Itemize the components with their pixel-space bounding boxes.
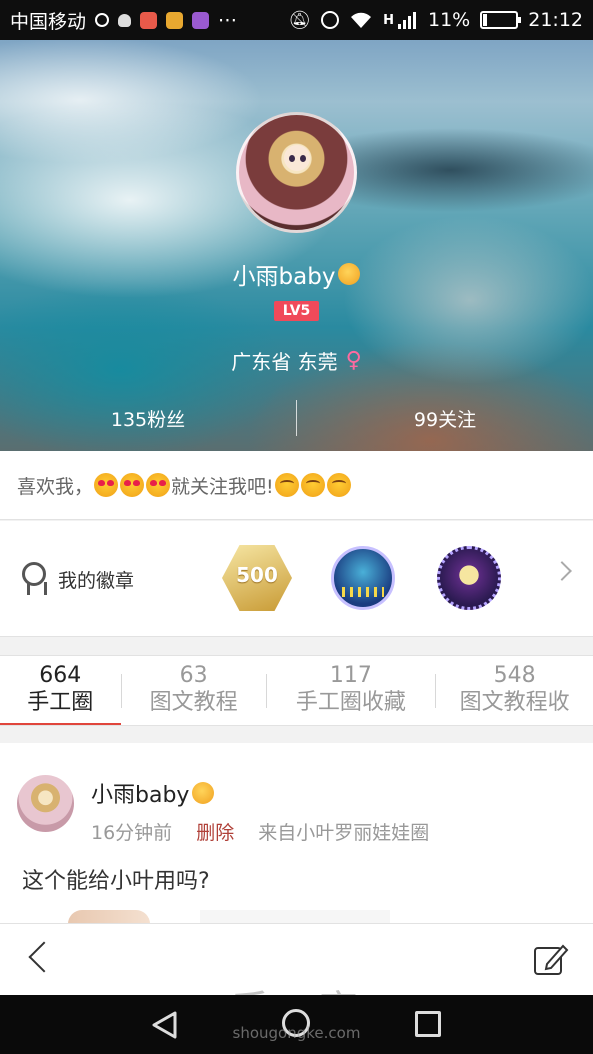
fans-count[interactable]: 135粉丝 (0, 405, 296, 432)
badge-500[interactable]: 500 (222, 545, 292, 611)
profile-location: 广东省 东莞 ♀ (0, 346, 593, 375)
tab-count: 548 (493, 663, 536, 688)
octopus-icon (118, 13, 132, 27)
profile-avatar[interactable] (236, 112, 357, 233)
profile-header: 小雨baby LV5 广东省 东莞 ♀ 135粉丝 99关注 (0, 40, 593, 451)
status-bar: 中国移动 ⋯ 🔕︎ H 11% 21:12 (0, 0, 593, 40)
hand-emoji-icon (192, 782, 215, 804)
post-username[interactable]: 小雨baby (91, 777, 215, 809)
post-time: 16分钟前 (91, 822, 173, 844)
female-icon: ♀ (345, 348, 362, 373)
tab-label: 图文教程 (149, 690, 238, 715)
signature-text-start: 喜欢我， (17, 475, 94, 498)
tab-tutorials-favorites[interactable]: 548 图文教程收 (436, 656, 593, 725)
battery-percent: 11% (428, 9, 471, 31)
badge-night[interactable] (437, 546, 501, 610)
chevron-right-icon[interactable] (552, 561, 572, 581)
header-background (150, 100, 593, 220)
alarm-icon (321, 11, 340, 29)
tab-crafts[interactable]: 664 手工圈 (0, 656, 121, 725)
smile-emoji-icon (326, 473, 351, 497)
heart-eyes-emoji-icon (120, 473, 145, 497)
post-image[interactable] (68, 910, 150, 923)
gallery-app-icon (192, 11, 210, 29)
post-avatar[interactable] (17, 775, 74, 832)
tab-crafts-favorites[interactable]: 117 手工圈收藏 (267, 656, 436, 725)
smile-emoji-icon (300, 473, 325, 497)
heart-eyes-emoji-icon (94, 473, 119, 497)
tab-count: 63 (179, 663, 208, 688)
wallet-app-icon (166, 11, 184, 29)
location-text: 广东省 东莞 (231, 350, 338, 374)
badges-row[interactable]: 我的徽章 500 (0, 521, 593, 637)
smile-emoji-icon (274, 473, 299, 497)
heart-eyes-emoji-icon (146, 473, 171, 497)
post-source[interactable]: 来自小叶罗丽娃娃圈 (258, 818, 429, 845)
more-dots-icon: ⋯ (218, 9, 238, 31)
post-username-text: 小雨baby (91, 783, 190, 808)
signature-text-mid: 就关注我吧! (171, 475, 274, 498)
back-icon[interactable] (28, 941, 60, 973)
sync-icon (95, 13, 110, 27)
badge-forest[interactable] (331, 546, 395, 610)
level-badge: LV5 (274, 301, 319, 321)
medal-icon (20, 562, 48, 596)
badges-title-text: 我的徽章 (58, 569, 135, 592)
mail-app-icon (140, 11, 158, 29)
profile-signature: 喜欢我， 就关注我吧! (0, 451, 593, 520)
tab-label: 图文教程收 (459, 690, 570, 715)
edit-icon[interactable] (533, 942, 569, 976)
mute-icon: 🔕︎ (288, 9, 312, 31)
profile-username-text: 小雨baby (232, 264, 336, 290)
post-card[interactable]: 小雨baby 16分钟前 删除 来自小叶罗丽娃娃圈 这个能给小叶用吗? (0, 743, 593, 923)
hand-emoji-icon (338, 263, 361, 285)
wifi-icon (351, 12, 372, 28)
signal-icon (398, 12, 416, 29)
battery-icon (480, 11, 522, 29)
tab-count: 664 (39, 663, 82, 688)
tab-label: 手工圈 (27, 690, 94, 715)
watermark-url: shougongke.com (232, 1024, 361, 1042)
profile-username: 小雨baby (0, 257, 593, 291)
post-meta: 16分钟前 删除 来自小叶罗丽娃娃圈 (91, 818, 429, 845)
post-text: 这个能给小叶用吗? (22, 869, 210, 894)
tab-label: 手工圈收藏 (295, 690, 406, 715)
post-image[interactable] (200, 910, 390, 923)
carrier-label: 中国移动 (10, 10, 87, 33)
tab-tutorials[interactable]: 63 图文教程 (122, 656, 266, 725)
content-tabs: 664 手工圈 63 图文教程 117 手工圈收藏 548 图文教程收 (0, 655, 593, 726)
clock: 21:12 (528, 9, 583, 31)
profile-stats: 135粉丝 99关注 (0, 400, 593, 436)
tab-count: 117 (329, 663, 372, 688)
badges-title: 我的徽章 (20, 562, 134, 596)
following-count[interactable]: 99关注 (297, 405, 593, 432)
delete-button[interactable]: 删除 (196, 818, 234, 845)
signal-type: H (383, 12, 394, 28)
